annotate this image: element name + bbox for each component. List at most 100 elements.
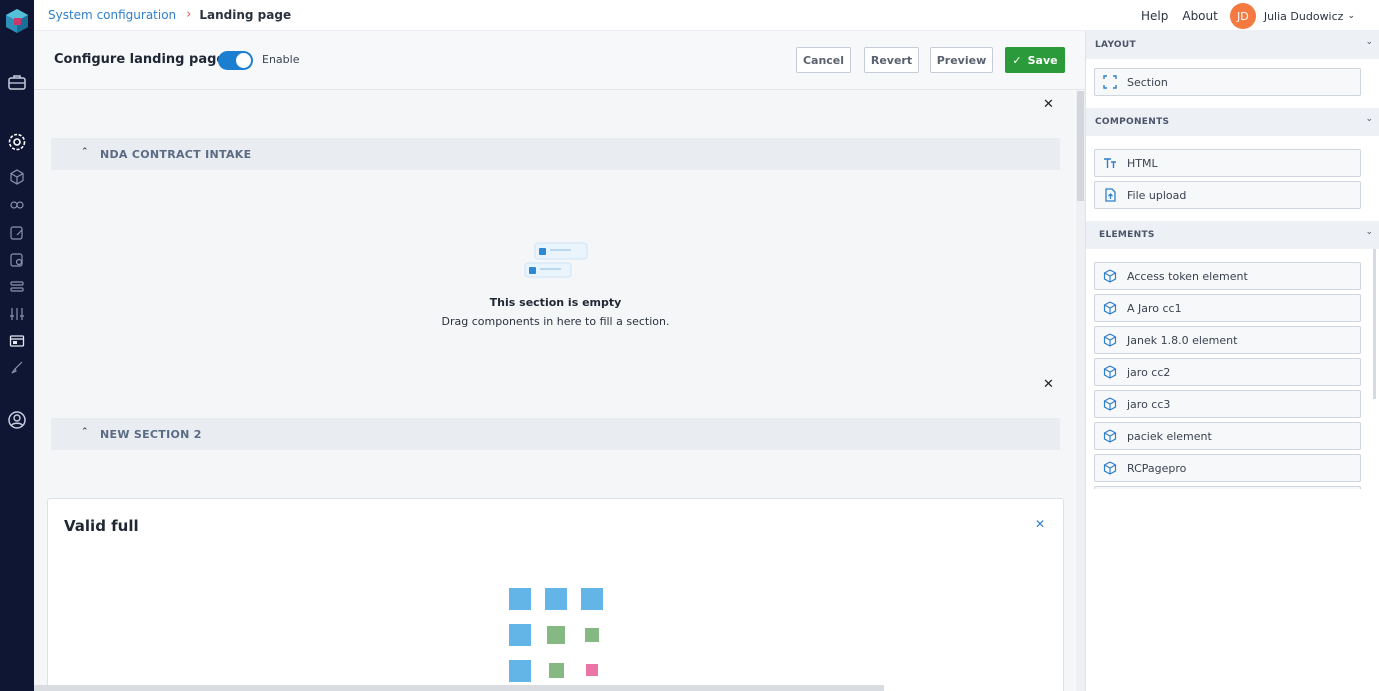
main-editor: Configure landing page Enable Cancel Rev… xyxy=(34,31,1085,691)
section-header[interactable]: ⌃ NDA CONTRACT INTAKE xyxy=(51,138,1060,170)
palette-item-label: jaro cc2 xyxy=(1127,365,1171,379)
palette-item-label: Access token element xyxy=(1127,269,1248,283)
empty-state-title: This section is empty xyxy=(489,296,622,309)
layout-canvas: ✕ ⌃ NDA CONTRACT INTAKE This section is … xyxy=(34,91,1074,691)
section-title: NEW SECTION 2 xyxy=(100,428,202,441)
empty-section-illustration-icon xyxy=(524,242,588,278)
briefcase-icon[interactable] xyxy=(7,72,27,92)
palette-item-label: RCPagepro xyxy=(1127,461,1187,475)
palette-item-label: Janek 1.8.0 element xyxy=(1127,333,1238,347)
text-format-icon xyxy=(1101,154,1119,172)
chevron-down-icon[interactable]: ⌄ xyxy=(1365,227,1373,237)
palette-item-element[interactable]: Access token element xyxy=(1094,262,1361,290)
palette-item-element[interactable]: paciek element xyxy=(1094,422,1361,450)
revert-button[interactable]: Revert xyxy=(864,47,919,73)
palette-item-element[interactable]: RCPagepro xyxy=(1094,454,1361,482)
palette-item-element-partial[interactable] xyxy=(1094,486,1361,489)
elements-group-label: ELEMENTS xyxy=(1099,230,1155,240)
palette-item-label: paciek element xyxy=(1127,429,1212,443)
palette-item-label: jaro cc3 xyxy=(1127,397,1171,411)
palette-item-element[interactable]: A Jaro cc1 xyxy=(1094,294,1361,322)
brush-icon[interactable] xyxy=(7,358,27,378)
save-button[interactable]: ✓ Save xyxy=(1005,47,1065,73)
save-button-label: Save xyxy=(1027,53,1058,67)
user-settings-icon[interactable] xyxy=(7,410,27,430)
loading-tile xyxy=(509,588,531,610)
cube-icon xyxy=(1101,299,1119,317)
card-title: Valid full xyxy=(64,517,139,535)
cube-nav-icon[interactable] xyxy=(7,167,27,187)
empty-state-subtitle: Drag components in here to fill a sectio… xyxy=(441,315,670,328)
palette-item-element[interactable]: jaro cc3 xyxy=(1094,390,1361,418)
components-group-label: COMPONENTS xyxy=(1095,117,1170,127)
palette-item-label: File upload xyxy=(1127,188,1187,202)
breadcrumb-separator-icon: › xyxy=(186,7,192,22)
avatar[interactable]: JD xyxy=(1229,3,1256,29)
cancel-button[interactable]: Cancel xyxy=(796,47,851,73)
template-icon[interactable] xyxy=(7,331,27,351)
palette-item-file-upload[interactable]: File upload xyxy=(1094,181,1361,209)
app-logo-icon[interactable] xyxy=(5,8,29,34)
nav-rail xyxy=(0,0,34,691)
chevron-down-icon[interactable]: ⌄ xyxy=(1365,114,1373,124)
elements-group-header[interactable]: ELEMENTS ⌄ xyxy=(1086,221,1379,249)
remove-section-close-icon[interactable]: ✕ xyxy=(1043,377,1054,392)
loading-tile xyxy=(547,626,565,644)
loading-tile xyxy=(545,588,567,610)
check-icon: ✓ xyxy=(1012,53,1022,67)
components-group-header[interactable]: COMPONENTS ⌄ xyxy=(1086,108,1379,136)
integration-icon[interactable] xyxy=(7,195,27,215)
cube-icon xyxy=(1101,427,1119,445)
cube-icon xyxy=(1101,363,1119,381)
breadcrumb: System configuration › Landing page xyxy=(48,7,291,22)
enable-toggle[interactable] xyxy=(218,51,253,70)
section-icon xyxy=(1101,73,1119,91)
panel-scrollbar[interactable] xyxy=(1373,249,1376,399)
palette-item-element[interactable]: Janek 1.8.0 element xyxy=(1094,326,1361,354)
top-bar: System configuration › Landing page Help… xyxy=(34,0,1379,31)
document-edit-icon[interactable] xyxy=(7,223,27,243)
palette-item-label: Section xyxy=(1127,75,1168,89)
breadcrumb-system-configuration[interactable]: System configuration xyxy=(48,8,176,22)
cube-icon xyxy=(1101,331,1119,349)
palette-item-label: HTML xyxy=(1127,156,1158,170)
document-search-icon[interactable] xyxy=(7,250,27,270)
card-close-icon[interactable]: ✕ xyxy=(1035,517,1045,531)
components-panel: LAYOUT ⌄ Section COMPONENTS ⌄ HTML File … xyxy=(1085,31,1379,691)
loading-tile xyxy=(581,588,603,610)
preview-button[interactable]: Preview xyxy=(930,47,993,73)
chevron-down-icon[interactable]: ⌄ xyxy=(1347,11,1355,21)
header-actions: Help About JD Julia Dudowicz ⌄ xyxy=(1141,3,1355,29)
loading-tile xyxy=(585,628,599,642)
layout-group-header[interactable]: LAYOUT ⌄ xyxy=(1086,31,1379,59)
scale-icon[interactable] xyxy=(7,304,27,324)
help-link[interactable]: Help xyxy=(1141,9,1168,23)
loading-tile xyxy=(586,664,598,676)
breadcrumb-current: Landing page xyxy=(199,7,292,22)
gear-icon[interactable] xyxy=(7,132,27,152)
file-upload-icon xyxy=(1101,186,1119,204)
section-header[interactable]: ⌃ NEW SECTION 2 xyxy=(51,418,1060,450)
palette-item-element[interactable]: jaro cc2 xyxy=(1094,358,1361,386)
palette-item-section[interactable]: Section xyxy=(1094,68,1361,96)
list-icon[interactable] xyxy=(7,277,27,297)
editor-toolbar: Configure landing page Enable Cancel Rev… xyxy=(34,31,1085,90)
horizontal-scrollbar[interactable] xyxy=(34,685,884,691)
chevron-up-icon[interactable]: ⌃ xyxy=(81,147,89,157)
scrollbar-thumb[interactable] xyxy=(1077,91,1084,201)
remove-section-close-icon[interactable]: ✕ xyxy=(1043,97,1054,112)
about-link[interactable]: About xyxy=(1182,9,1217,23)
user-name[interactable]: Julia Dudowicz xyxy=(1264,10,1344,23)
layout-group-label: LAYOUT xyxy=(1095,40,1136,50)
vertical-scrollbar[interactable] xyxy=(1076,91,1085,691)
cube-icon xyxy=(1101,459,1119,477)
loading-tile xyxy=(509,660,531,682)
cube-icon xyxy=(1101,267,1119,285)
loading-tile xyxy=(509,624,531,646)
palette-item-label: A Jaro cc1 xyxy=(1127,301,1182,315)
chevron-up-icon[interactable]: ⌃ xyxy=(81,427,89,437)
palette-item-html[interactable]: HTML xyxy=(1094,149,1361,177)
toggle-knob xyxy=(236,53,251,68)
element-card[interactable]: Valid full ✕ xyxy=(47,498,1064,691)
chevron-down-icon[interactable]: ⌄ xyxy=(1365,37,1373,47)
